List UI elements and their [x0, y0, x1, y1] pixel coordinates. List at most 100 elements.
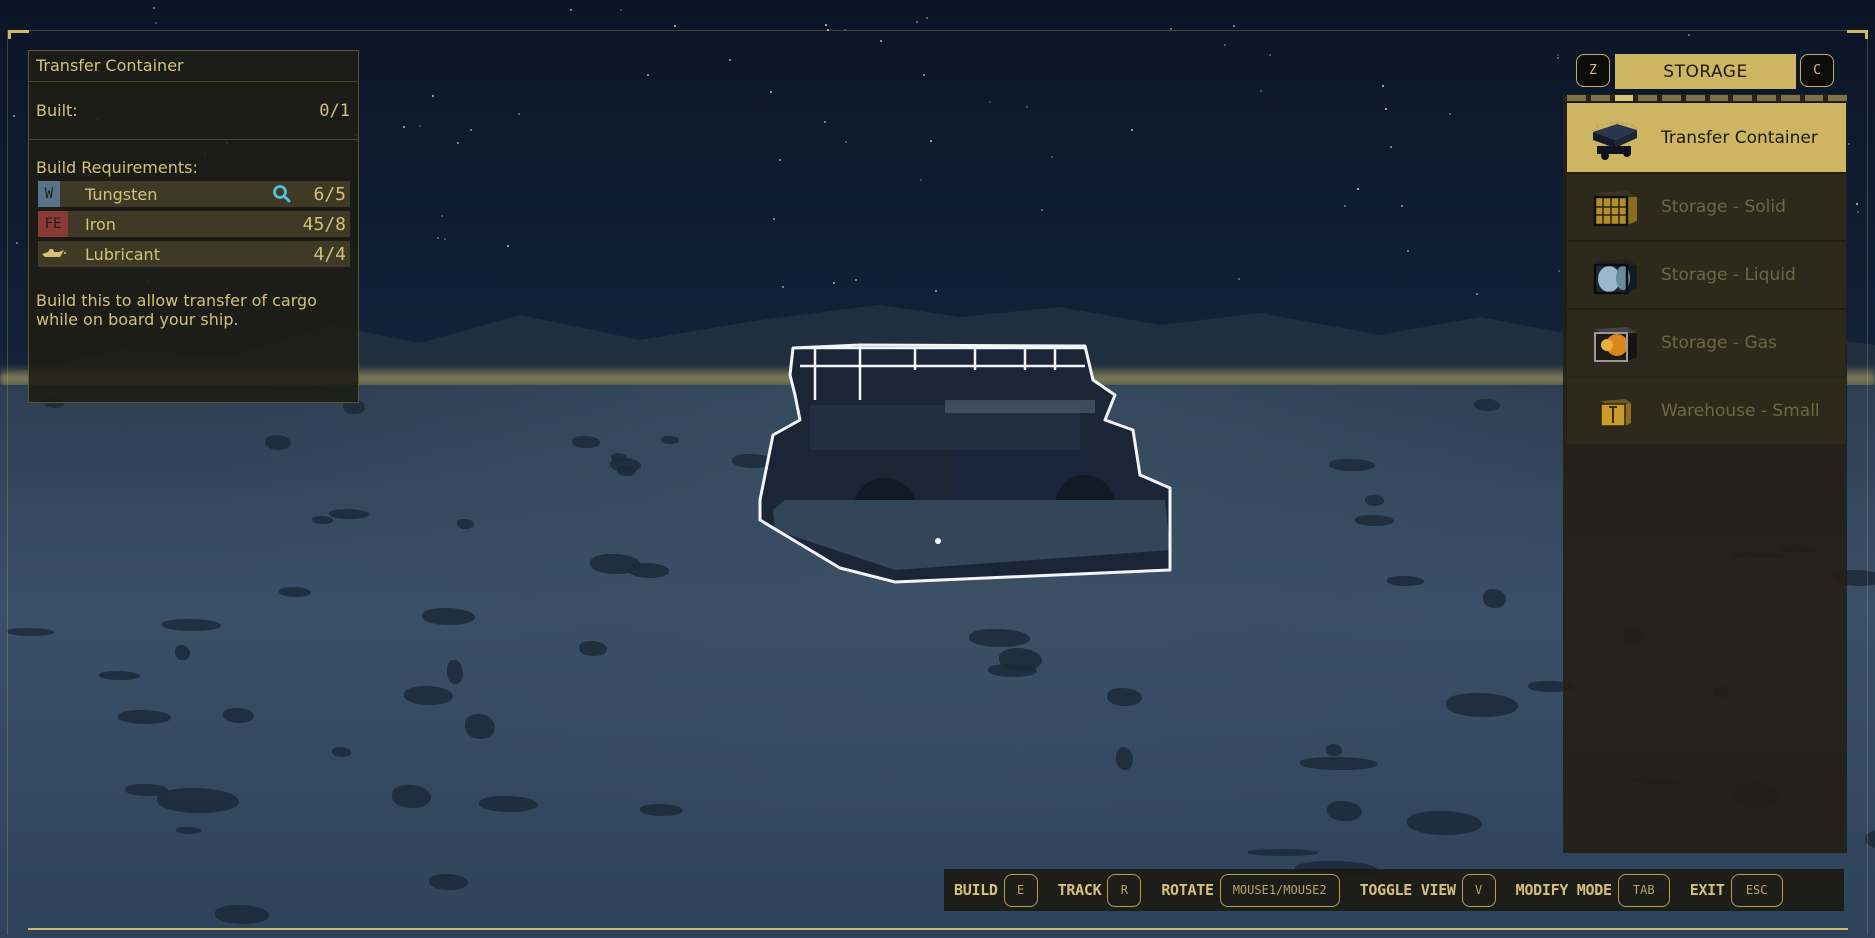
action-label: TOGGLE VIEW — [1359, 881, 1456, 899]
build-info-panel: Transfer Container Built: 0/1 Build Requ… — [28, 50, 359, 403]
rock — [1329, 458, 1375, 472]
item-warehouse-small[interactable]: Warehouse - Small — [1567, 378, 1846, 444]
rock — [1115, 747, 1134, 771]
hud-corner-top-right-v — [1865, 30, 1868, 39]
rock — [429, 873, 469, 891]
build-item-list: Transfer Container Storage - Solid Stora… — [1563, 103, 1847, 853]
category-page-dot — [1685, 95, 1705, 101]
tungsten-element-badge: W — [38, 181, 60, 207]
star — [915, 20, 918, 23]
item-description: Build this to allow transfer of cargo wh… — [36, 291, 317, 329]
built-label: Built: — [36, 101, 78, 120]
rock — [223, 707, 254, 724]
rock — [572, 435, 601, 449]
star — [1025, 105, 1028, 108]
storage-liquid-icon — [1593, 259, 1637, 295]
rock — [465, 713, 495, 740]
requirement-name: Iron — [85, 214, 116, 234]
item-storage-gas[interactable]: Storage - Gas — [1567, 310, 1846, 376]
star — [1687, 33, 1690, 36]
build-action[interactable]: BUILD E — [954, 873, 1038, 907]
item-storage-solid[interactable]: Storage - Solid — [1567, 174, 1846, 240]
exit-action[interactable]: EXIT ESC — [1689, 873, 1783, 907]
action-label: EXIT — [1689, 881, 1725, 899]
requirement-tungsten[interactable]: W Tungsten 6/5 — [38, 181, 350, 207]
rock — [579, 641, 608, 657]
action-label: ROTATE — [1161, 881, 1214, 899]
item-storage-liquid[interactable]: Storage - Liquid — [1567, 242, 1846, 308]
iron-element-badge: FE — [38, 211, 68, 237]
requirement-iron[interactable]: FE Iron 45/8 — [38, 211, 350, 237]
category-page-dot — [1638, 95, 1657, 101]
rock — [1482, 589, 1506, 608]
hud-corner-top-left-v — [8, 30, 11, 39]
key-hint[interactable]: MOUSE1/MOUSE2 — [1219, 873, 1340, 907]
track-action[interactable]: TRACK R — [1057, 873, 1142, 907]
category-page-dot — [1804, 95, 1824, 101]
item-title: Transfer Container — [29, 51, 358, 82]
action-label: TRACK — [1057, 881, 1102, 899]
star — [879, 40, 882, 43]
star — [1259, 89, 1262, 92]
star — [673, 24, 676, 27]
star — [845, 140, 848, 143]
rock — [1300, 757, 1379, 770]
build-requirements-label: Build Requirements: — [36, 158, 198, 177]
item-transfer-container[interactable]: Transfer Container — [1567, 103, 1846, 172]
key-hint[interactable]: TAB — [1617, 873, 1670, 907]
category-page-dot — [1757, 95, 1776, 101]
rock — [1365, 494, 1384, 507]
transfer-container-placement-preview[interactable] — [755, 340, 1180, 590]
star — [1344, 204, 1347, 207]
search-icon[interactable] — [271, 183, 293, 205]
rock — [589, 554, 641, 575]
rock — [328, 509, 370, 519]
star — [619, 8, 622, 11]
star — [440, 215, 443, 218]
control-hints-bar: BUILD E TRACK R ROTATE MOUSE1/MOUSE2 TOG… — [944, 869, 1844, 911]
next-category-key[interactable]: C — [1800, 54, 1834, 87]
category-page-dot — [1780, 95, 1800, 101]
rock — [118, 710, 172, 724]
requirement-lubricant[interactable]: Lubricant 4/4 — [38, 241, 350, 267]
storage-gas-icon — [1594, 327, 1637, 362]
star — [1848, 142, 1851, 145]
star — [1449, 112, 1452, 115]
toggle-view-action[interactable]: TOGGLE VIEW V — [1359, 873, 1496, 907]
rock — [176, 827, 202, 834]
rock — [98, 670, 140, 680]
hud-frame-top — [10, 30, 1865, 31]
hud-frame-right — [1867, 30, 1868, 935]
key-hint[interactable]: E — [1003, 873, 1038, 907]
rock — [174, 645, 190, 661]
storage-solid-icon — [1593, 191, 1637, 227]
key-hint[interactable]: R — [1107, 873, 1142, 907]
requirement-quantity: 4/4 — [313, 243, 346, 265]
item-label: Storage - Solid — [1661, 197, 1786, 217]
category-page-dot — [1590, 95, 1610, 101]
key-hint[interactable]: V — [1461, 873, 1496, 907]
built-value: 0/1 — [319, 100, 350, 121]
star — [517, 112, 520, 115]
previous-category-key[interactable]: Z — [1576, 54, 1610, 87]
rock — [1474, 398, 1500, 411]
rock — [311, 516, 333, 525]
oil-can-icon — [42, 249, 66, 257]
rock — [403, 686, 453, 705]
requirement-name: Tungsten — [85, 184, 158, 204]
star — [1556, 57, 1559, 60]
category-page-dot — [1828, 95, 1847, 101]
category-page-dot — [1567, 95, 1586, 101]
modify-mode-action[interactable]: MODIFY MODE TAB — [1516, 873, 1670, 907]
star — [1050, 155, 1053, 158]
star — [431, 94, 434, 97]
star — [15, 242, 18, 244]
rock — [1445, 693, 1518, 717]
rotate-action[interactable]: ROTATE MOUSE1/MOUSE2 — [1161, 873, 1340, 907]
rock — [447, 660, 463, 685]
star — [1224, 43, 1227, 46]
key-hint[interactable]: ESC — [1730, 873, 1783, 907]
rock — [968, 629, 1030, 647]
requirement-quantity: 6/5 — [313, 183, 346, 205]
item-label: Storage - Gas — [1661, 333, 1777, 353]
